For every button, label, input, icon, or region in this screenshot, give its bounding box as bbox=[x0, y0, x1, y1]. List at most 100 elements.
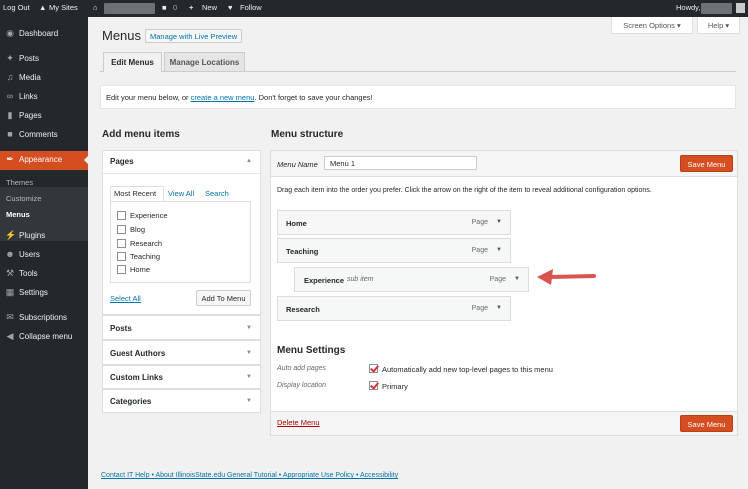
primary-location-text[interactable]: Primary bbox=[382, 382, 408, 391]
sidebar-item-media[interactable]: ♫ Media bbox=[0, 69, 88, 87]
panel-divider bbox=[103, 173, 260, 174]
menu-item-title: Home bbox=[286, 219, 307, 228]
heart-icon[interactable]: ♥ bbox=[228, 3, 232, 12]
page-checkbox[interactable] bbox=[117, 252, 126, 261]
page-checkbox[interactable] bbox=[117, 239, 126, 248]
sidebar-item-pages[interactable]: ▮ Pages bbox=[0, 107, 88, 125]
page-label[interactable]: Home bbox=[130, 265, 150, 274]
admin-bar: Log Out ▲ My Sites ⌂ ■ 0 + New ♥ Follow … bbox=[0, 0, 748, 17]
primary-location-checkbox[interactable] bbox=[369, 381, 378, 390]
menu-item[interactable]: Home Page ▼ bbox=[277, 210, 511, 235]
add-menu-items-heading: Add menu items bbox=[102, 129, 180, 140]
custom-links-panel-title[interactable]: Custom Links bbox=[110, 373, 163, 382]
page-checkbox[interactable] bbox=[117, 225, 126, 234]
site-name-redacted[interactable] bbox=[104, 3, 155, 14]
instructions-text: Drag each item into the order you prefer… bbox=[277, 187, 652, 194]
select-all-link[interactable]: Select All bbox=[110, 294, 141, 303]
menu-item-title: Teaching bbox=[286, 247, 319, 256]
sidebar-item-settings[interactable]: ▦ Settings bbox=[0, 284, 88, 302]
menu-item[interactable]: Research Page ▼ bbox=[277, 296, 511, 321]
save-menu-button[interactable]: Save Menu bbox=[680, 155, 733, 172]
collapse-menu-button[interactable]: ◀ Collapse menu bbox=[0, 328, 88, 346]
sidebar-item-appearance[interactable]: ✒ Appearance bbox=[0, 151, 88, 170]
menu-item-type: Page bbox=[471, 219, 488, 226]
submenu-customize[interactable]: Customize bbox=[6, 194, 41, 203]
logout-link[interactable]: Log Out bbox=[3, 3, 30, 12]
new-link[interactable]: New bbox=[202, 3, 217, 12]
submenu-themes[interactable]: Themes bbox=[6, 178, 33, 187]
chevron-down-icon[interactable]: ▼ bbox=[496, 219, 502, 225]
categories-panel-title[interactable]: Categories bbox=[110, 397, 151, 406]
guest-authors-panel-title[interactable]: Guest Authors bbox=[110, 349, 165, 358]
envelope-icon: ✉ bbox=[6, 312, 14, 322]
save-menu-button[interactable]: Save Menu bbox=[680, 415, 733, 432]
footer-links[interactable]: Contact IT Help • About IllinoisState.ed… bbox=[101, 472, 398, 479]
auto-add-checkbox[interactable] bbox=[369, 364, 378, 373]
menu-structure-heading: Menu structure bbox=[271, 129, 344, 140]
menu-item[interactable]: Teaching Page ▼ bbox=[277, 238, 511, 263]
tab-search[interactable]: Search bbox=[205, 189, 229, 198]
brush-icon: ✒ bbox=[6, 154, 14, 164]
page-label[interactable]: Blog bbox=[130, 225, 145, 234]
tab-divider bbox=[100, 71, 736, 72]
posts-panel-title[interactable]: Posts bbox=[110, 324, 132, 333]
delete-menu-link[interactable]: Delete Menu bbox=[277, 418, 320, 427]
live-preview-button[interactable]: Manage with Live Preview bbox=[145, 29, 243, 43]
menu-item-type: Page bbox=[471, 247, 488, 254]
page-checkbox[interactable] bbox=[117, 211, 126, 220]
auto-add-text[interactable]: Automatically add new top-level pages to… bbox=[382, 365, 553, 374]
my-sites-icon[interactable]: ▲ bbox=[39, 3, 46, 12]
menu-structure-footer bbox=[270, 411, 738, 436]
page-label[interactable]: Experience bbox=[130, 211, 168, 220]
howdy-text[interactable]: Howdy, bbox=[676, 3, 700, 12]
plus-icon[interactable]: + bbox=[189, 3, 193, 12]
dashboard-icon: ◉ bbox=[6, 28, 14, 38]
sidebar-item-users[interactable]: ☻ Users bbox=[0, 246, 88, 264]
page-label[interactable]: Teaching bbox=[130, 252, 160, 261]
sidebar-item-plugins[interactable]: ⚡ Plugins bbox=[0, 227, 88, 245]
user-icon: ☻ bbox=[5, 249, 15, 259]
add-to-menu-button[interactable]: Add To Menu bbox=[196, 290, 251, 306]
chevron-down-icon: ▾ bbox=[677, 21, 681, 30]
avatar[interactable] bbox=[736, 3, 745, 13]
page-title: Menus bbox=[102, 28, 142, 43]
comment-icon[interactable]: ■ bbox=[162, 3, 167, 12]
chevron-down-icon[interactable]: ▼ bbox=[514, 276, 520, 282]
menu-name-input[interactable]: Menu 1 bbox=[324, 156, 477, 170]
submenu-menus[interactable]: Menus bbox=[6, 210, 30, 219]
chevron-down-icon[interactable]: ▼ bbox=[496, 305, 502, 311]
sidebar-item-subscriptions[interactable]: ✉ Subscriptions bbox=[0, 309, 88, 327]
sidebar-item-tools[interactable]: ⚒ Tools bbox=[0, 265, 88, 283]
my-sites-link[interactable]: My Sites bbox=[49, 3, 78, 12]
chevron-down-icon[interactable]: ▼ bbox=[496, 247, 502, 253]
username-redacted[interactable] bbox=[701, 3, 732, 14]
annotation-arrow-icon bbox=[537, 269, 596, 285]
media-icon: ♫ bbox=[6, 72, 14, 82]
help-button[interactable]: Help ▾ bbox=[697, 17, 740, 34]
screen-options-button[interactable]: Screen Options ▾ bbox=[611, 17, 693, 34]
sidebar-item-posts[interactable]: ✦ Posts bbox=[0, 50, 88, 68]
sidebar-item-comments[interactable]: ■ Comments bbox=[0, 126, 88, 144]
menu-item-sub[interactable]: Experience sub item Page ▼ bbox=[294, 267, 529, 292]
page-label[interactable]: Research bbox=[130, 239, 162, 248]
sidebar-item-links[interactable]: ∞ Links bbox=[0, 88, 88, 106]
display-location-label: Display location bbox=[277, 382, 327, 389]
page-checkbox[interactable] bbox=[117, 265, 126, 274]
admin-sidebar: ◉ Dashboard ✦ Posts ♫ Media ∞ Links ▮ Pages ■… bbox=[0, 17, 88, 489]
pages-icon: ▮ bbox=[7, 110, 13, 120]
create-new-menu-link[interactable]: create a new menu bbox=[191, 93, 255, 102]
tab-edit-menus[interactable]: Edit Menus bbox=[103, 52, 162, 72]
chevron-down-icon: ▾ bbox=[725, 21, 730, 30]
menu-item-sub-label: sub item bbox=[347, 276, 374, 283]
comments-count[interactable]: 0 bbox=[173, 3, 177, 12]
pages-panel-title[interactable]: Pages bbox=[110, 157, 134, 166]
menu-item-title: Research bbox=[286, 305, 320, 314]
home-icon[interactable]: ⌂ bbox=[93, 3, 98, 12]
menu-name-label: Menu Name bbox=[277, 160, 318, 169]
tab-manage-locations[interactable]: Manage Locations bbox=[164, 52, 245, 71]
link-icon: ∞ bbox=[6, 91, 14, 101]
follow-link[interactable]: Follow bbox=[240, 3, 262, 12]
sidebar-item-dashboard[interactable]: ◉ Dashboard bbox=[0, 25, 88, 43]
tab-view-all[interactable]: View All bbox=[168, 189, 194, 198]
tab-most-recent[interactable]: Most Recent bbox=[114, 189, 156, 198]
